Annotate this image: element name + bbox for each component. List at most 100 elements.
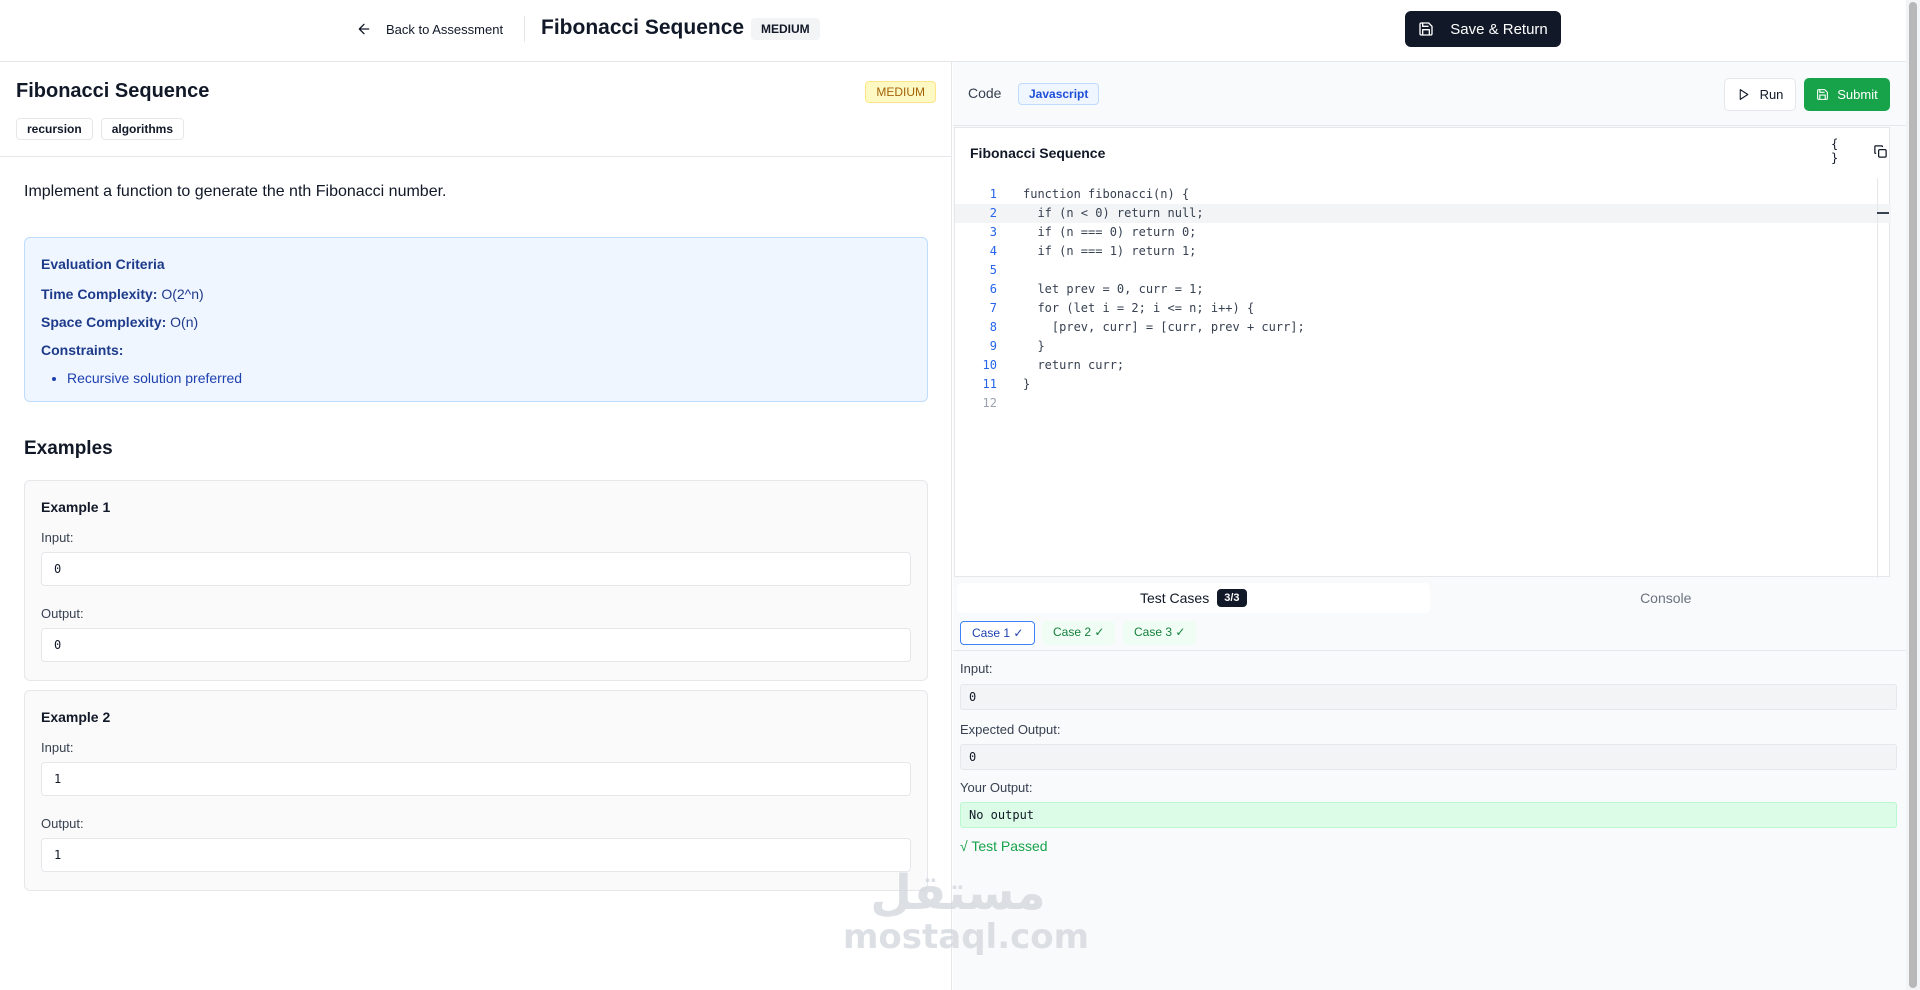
editor-toolbar: { }	[1831, 137, 1889, 165]
watermark-arabic: مستقل	[870, 865, 1046, 921]
code-line[interactable]: 9 }	[955, 337, 1891, 356]
line-source: function fibonacci(n) {	[1023, 187, 1190, 201]
format-code-icon[interactable]: { }	[1831, 137, 1849, 165]
code-line[interactable]: 11}	[955, 375, 1891, 394]
line-number: 8	[989, 320, 997, 334]
language-badge[interactable]: Javascript	[1018, 83, 1100, 105]
constraints-list: Recursive solution preferred	[67, 370, 911, 386]
save-icon	[1817, 89, 1829, 100]
line-number: 2	[989, 206, 997, 220]
examples-heading: Examples	[24, 438, 113, 459]
code-panel-header: Code Javascript Run Submit	[953, 62, 1906, 126]
test-count-badge: 3/3	[1217, 589, 1247, 607]
code-lines[interactable]: 1 function fibonacci(n) { 2 if (n < 0) ret…	[955, 185, 1891, 413]
output-tabs: Test Cases 3/3 Console	[957, 583, 1902, 613]
example-output-value: 1	[41, 838, 911, 872]
line-source: if (n < 0) return null;	[1023, 206, 1204, 220]
constraints-label: Constraints:	[41, 342, 124, 358]
arrow-left-icon	[358, 23, 370, 35]
time-complexity-value: O(2^n)	[161, 286, 204, 302]
code-editor[interactable]: Fibonacci Sequence { } 1 function fibonac…	[954, 127, 1891, 578]
space-complexity-label: Space Complexity:	[41, 314, 167, 330]
tab-test-cases[interactable]: Test Cases 3/3	[957, 583, 1430, 613]
time-complexity-label: Time Complexity:	[41, 286, 158, 302]
page-scrollbar[interactable]	[1906, 0, 1920, 990]
example-title: Example 2	[41, 709, 111, 725]
case-tab-1[interactable]: Case 1 ✓	[960, 621, 1036, 645]
tab-console[interactable]: Console	[1430, 583, 1903, 613]
play-icon	[1739, 89, 1748, 100]
code-panel: Code Javascript Run Submit Fibonacci Seq…	[953, 62, 1906, 990]
line-number: 7	[989, 301, 997, 315]
constraint-item: Recursive solution preferred	[67, 370, 911, 386]
test-input-value: 0	[960, 684, 1897, 710]
example-input-label: Input:	[41, 530, 74, 545]
test-status: √ Test Passed	[960, 838, 1048, 854]
page-scrollbar-thumb[interactable]	[1909, 2, 1917, 988]
header-divider	[524, 16, 525, 42]
copy-icon[interactable]	[1871, 142, 1889, 160]
save-and-return-button[interactable]: Save & Return	[1405, 11, 1561, 47]
save-and-return-label: Save & Return	[1450, 20, 1548, 38]
example-input-value: 1	[41, 762, 911, 796]
line-source: for (let i = 2; i <= n; i++) {	[1023, 301, 1255, 315]
tag-algorithms: algorithms	[100, 118, 185, 140]
watermark-latin: mostaql.com	[843, 917, 1090, 957]
evaluation-criteria-box: Evaluation Criteria Time Complexity: O(2…	[24, 237, 928, 402]
case-selector: Case 1 ✓ Case 2 ✓ Case 3 ✓	[953, 617, 1906, 651]
problem-difficulty-badge: MEDIUM	[865, 81, 936, 103]
back-link-label: Back to Assessment	[386, 21, 504, 37]
page-title: Fibonacci Sequence	[541, 16, 745, 39]
test-input-section: Input: 0	[960, 661, 1897, 710]
line-number: 5	[989, 263, 997, 277]
code-line[interactable]: 5	[955, 261, 1891, 280]
tag-recursion: recursion	[16, 118, 93, 140]
code-label: Code	[968, 85, 1002, 101]
line-source: }	[1023, 339, 1045, 353]
case-tab-2[interactable]: Case 2 ✓	[1042, 621, 1116, 645]
code-line[interactable]: 3 if (n === 0) return 0;	[955, 223, 1891, 242]
line-source: return curr;	[1023, 358, 1125, 372]
example-card-2: Example 2 Input: 1 Output: 1	[24, 690, 928, 891]
your-output-label: Your Output:	[960, 780, 1033, 795]
line-source: }	[1023, 377, 1031, 391]
editor-scrollbar[interactable]	[1877, 178, 1889, 578]
code-line[interactable]: 6 let prev = 0, curr = 1;	[955, 280, 1891, 299]
back-to-assessment-link[interactable]: Back to Assessment	[356, 18, 503, 40]
example-output-label: Output:	[41, 816, 84, 831]
save-icon	[1419, 22, 1433, 36]
line-number: 10	[982, 358, 997, 372]
line-source: let prev = 0, curr = 1;	[1023, 282, 1204, 296]
example-output-label: Output:	[41, 606, 84, 621]
expected-output-section: Expected Output: 0	[960, 722, 1897, 770]
code-line[interactable]: 1 function fibonacci(n) {	[955, 185, 1891, 204]
code-line[interactable]: 7 for (let i = 2; i <= n; i++) {	[955, 299, 1891, 318]
editor-file-title: Fibonacci Sequence	[970, 145, 1106, 161]
line-number: 1	[989, 187, 997, 201]
submit-button[interactable]: Submit	[1804, 78, 1890, 111]
expected-output-label: Expected Output:	[960, 722, 1061, 737]
line-source: if (n === 1) return 1;	[1023, 244, 1197, 258]
run-button[interactable]: Run	[1724, 78, 1796, 111]
space-complexity-row: Space Complexity: O(n)	[41, 314, 911, 330]
line-number: 4	[989, 244, 997, 258]
example-card-1: Example 1 Input: 0 Output: 0	[24, 480, 928, 681]
line-number: 3	[989, 225, 997, 239]
time-complexity-row: Time Complexity: O(2^n)	[41, 286, 911, 302]
case-tab-3[interactable]: Case 3 ✓	[1123, 621, 1197, 645]
problem-description: Implement a function to generate the nth…	[24, 183, 447, 200]
problem-panel: Fibonacci Sequence MEDIUM recursion algo…	[0, 62, 952, 990]
code-line[interactable]: 2 if (n < 0) return null;	[955, 204, 1891, 223]
top-header: Back to Assessment Fibonacci Sequence ME…	[0, 0, 1906, 62]
code-line[interactable]: 10 return curr;	[955, 356, 1891, 375]
problem-title: Fibonacci Sequence	[16, 80, 210, 102]
line-number: 11	[982, 377, 997, 391]
code-line[interactable]: 8 [prev, curr] = [curr, prev + curr];	[955, 318, 1891, 337]
example-title: Example 1	[41, 499, 111, 515]
line-number: 9	[989, 339, 997, 353]
your-output-section: Your Output: No output	[960, 780, 1897, 828]
difficulty-badge: MEDIUM	[751, 18, 820, 40]
code-line[interactable]: 4 if (n === 1) return 1;	[955, 242, 1891, 261]
run-label: Run	[1759, 87, 1784, 102]
code-line[interactable]: 12	[955, 394, 1891, 413]
